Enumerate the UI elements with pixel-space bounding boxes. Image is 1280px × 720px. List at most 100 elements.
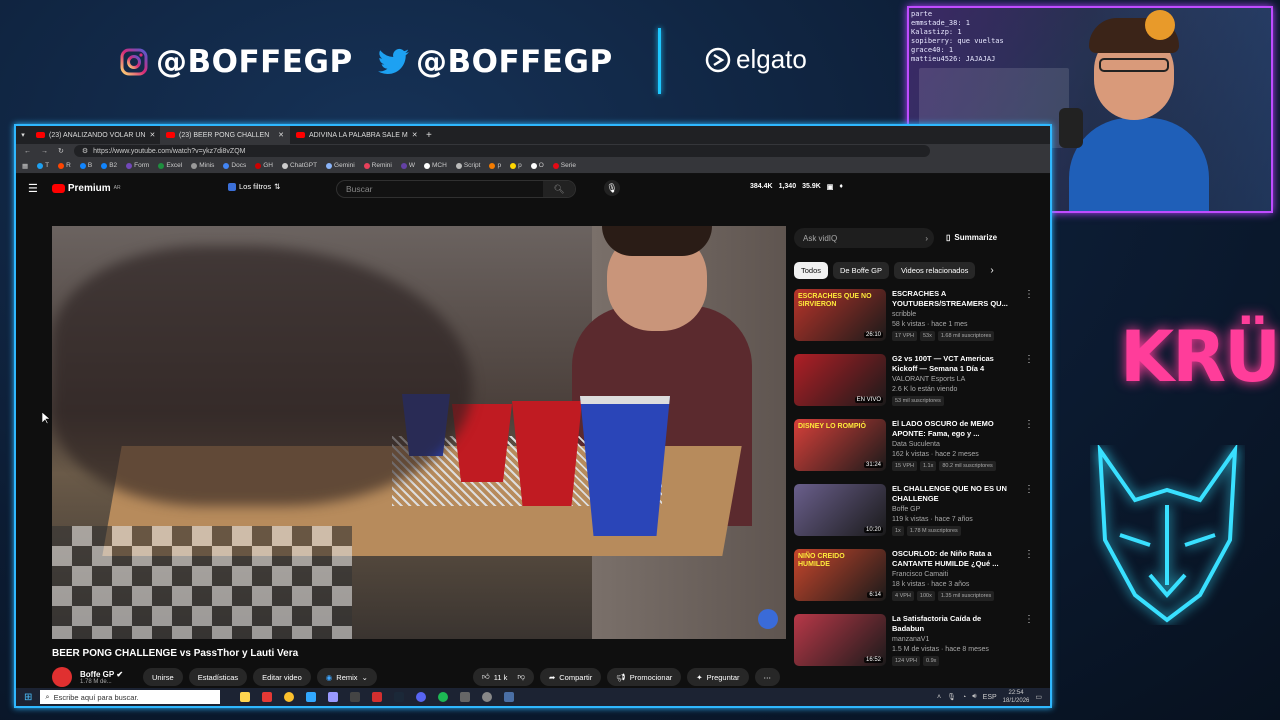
bookmark-item[interactable]: B [79, 162, 92, 169]
bookmark-item[interactable]: Gemini [326, 162, 355, 169]
app-icon[interactable] [504, 692, 515, 702]
search-button[interactable]: 🔍︎ [543, 181, 575, 197]
share-button[interactable]: ➦ Compartir [539, 668, 602, 686]
recommendation-title[interactable]: OSCURLOD: de Niño Rata a CANTANTE HUMILD… [892, 549, 1010, 569]
youtube-logo[interactable]: Premium AR [51, 183, 121, 194]
tab-list-icon[interactable]: ▾ [16, 131, 30, 139]
forward-icon[interactable]: → [41, 148, 48, 155]
close-icon[interactable]: ✕ [412, 131, 418, 139]
close-icon[interactable]: ✕ [149, 131, 155, 139]
site-info-icon[interactable]: ⚙ [82, 147, 88, 155]
bookmark-item[interactable]: W [400, 162, 415, 169]
photoshop-icon[interactable] [306, 692, 317, 702]
stats-button[interactable]: Estadísticas [188, 668, 248, 686]
thumbs-down-icon[interactable]: 👎︎ [517, 672, 525, 682]
recommendation-thumbnail[interactable]: 10:20 [794, 484, 886, 536]
remix-button[interactable]: ◉ Remix ⌄ [316, 668, 377, 686]
taskbar-search[interactable]: ⌕ Escribe aquí para buscar. [40, 690, 221, 704]
browser-tab[interactable]: ADIVINA LA PALABRA SALE M ✕ [290, 126, 420, 144]
recommendation-thumbnail[interactable]: EN VIVO [794, 354, 886, 406]
chip-related[interactable]: Videos relacionados [893, 262, 976, 279]
recommendation-card[interactable]: EN VIVO G2 vs 100T — VCT Americas Kickof… [794, 354, 1034, 419]
recommendation-title[interactable]: La Satisfactoria Caída de Badabun [892, 614, 1010, 634]
promote-button[interactable]: 📢︎ Promocionar [607, 668, 682, 686]
filters-button[interactable]: Los filtros ⇅ [228, 182, 280, 191]
more-options-icon[interactable]: ⋮ [1024, 419, 1034, 484]
recommendation-title[interactable]: EL CHALLENGE QUE NO ES UN CHALLENGE [892, 484, 1010, 504]
spotify-icon[interactable] [438, 692, 449, 702]
join-button[interactable]: Unirse [143, 668, 183, 686]
browser-tab[interactable]: (23) ANALIZANDO VOLAR UN ✕ [30, 126, 160, 144]
app-icon[interactable] [460, 692, 471, 702]
app-icon[interactable] [372, 692, 383, 702]
chip-channel[interactable]: De Boffe GP [833, 262, 889, 279]
close-icon[interactable]: ✕ [278, 131, 284, 139]
recommendation-channel[interactable]: manzanaV1 [892, 635, 1010, 645]
ask-button[interactable]: ✦ Preguntar [687, 668, 749, 686]
recommendation-channel[interactable]: VALORANT Esports LA [892, 375, 1010, 385]
channel-avatar[interactable] [52, 667, 72, 687]
wifi-icon[interactable]: ◔ [962, 694, 966, 701]
obs-icon[interactable] [482, 692, 493, 702]
recommendation-channel[interactable]: Boffe GP [892, 505, 1010, 515]
file-explorer-icon[interactable] [240, 692, 251, 702]
clock[interactable]: 22:54 18/1/2026 [1003, 689, 1030, 705]
menu-icon[interactable]: ☰ [28, 182, 38, 195]
bookmark-item[interactable]: Form [126, 162, 149, 169]
recommendation-channel[interactable]: scribble [892, 310, 1010, 320]
bookmark-item[interactable]: Docs [223, 162, 246, 169]
url-field[interactable]: ⚙ https://www.youtube.com/watch?v=ykz7di… [73, 145, 930, 157]
bookmark-item[interactable]: p [489, 162, 501, 169]
bookmark-item[interactable]: R [58, 162, 71, 169]
bookmark-item[interactable]: GH [255, 162, 273, 169]
app-icon[interactable] [262, 692, 273, 702]
chevron-right-icon[interactable]: › [990, 265, 993, 276]
more-options-icon[interactable]: ⋮ [1024, 289, 1034, 354]
summarize-button[interactable]: ▯ Summarize [946, 233, 997, 242]
extension-icon[interactable]: ♦ [839, 183, 843, 191]
app-icon[interactable] [350, 692, 361, 702]
notifications-icon[interactable]: ▭ [1035, 693, 1042, 701]
bookmark-item[interactable]: B2 [101, 162, 117, 169]
mic-icon[interactable]: 🎙︎ [604, 180, 620, 196]
apps-icon[interactable]: ▦ [22, 162, 28, 170]
bookmark-item[interactable]: Remini [363, 162, 392, 169]
premiere-icon[interactable] [328, 692, 339, 702]
recommendation-card[interactable]: NIÑO CREIDO HUMILDE 6:14 OSCURLOD: de Ni… [794, 549, 1034, 614]
search-box[interactable]: Buscar 🔍︎ [336, 180, 576, 198]
language-indicator[interactable]: ESP [983, 694, 997, 701]
back-icon[interactable]: ← [24, 148, 31, 155]
bookmark-item[interactable]: ChatGPT [281, 162, 317, 169]
recommendation-card[interactable]: 10:20 EL CHALLENGE QUE NO ES UN CHALLENG… [794, 484, 1034, 549]
more-actions-button[interactable]: ⋯ [754, 668, 780, 686]
like-button[interactable]: 👍︎ 11 k 👎︎ [472, 668, 534, 686]
more-options-icon[interactable]: ⋮ [1024, 354, 1034, 419]
more-options-icon[interactable]: ⋮ [1024, 484, 1034, 549]
edit-video-button[interactable]: Editar video [253, 668, 311, 686]
recommendation-thumbnail[interactable]: NIÑO CREIDO HUMILDE 6:14 [794, 549, 886, 601]
recommendation-title[interactable]: G2 vs 100T — VCT Americas Kickoff — Sema… [892, 354, 1010, 374]
bookmark-item[interactable]: Script [455, 162, 480, 169]
chip-all[interactable]: Todos [794, 262, 829, 279]
bookmark-item[interactable]: Minis [191, 162, 214, 169]
recommendation-channel[interactable]: Francisco Camaiti [892, 570, 1010, 580]
steam-icon[interactable] [394, 692, 405, 702]
bookmark-item[interactable]: MCH [424, 162, 447, 169]
recommendation-thumbnail[interactable]: ESCRACHES QUE NO SIRVIERON 26:10 [794, 289, 886, 341]
browser-tab-active[interactable]: (23) BEER PONG CHALLEN ✕ [160, 126, 290, 144]
more-options-icon[interactable]: ⋮ [1024, 614, 1034, 679]
bookmark-item[interactable]: T [37, 162, 49, 169]
recommendation-thumbnail[interactable]: DISNEY LO ROMPIÓ 31:24 [794, 419, 886, 471]
more-options-icon[interactable]: ⋮ [1024, 549, 1034, 614]
reload-icon[interactable]: ↻ [58, 147, 64, 155]
channel-watermark-icon[interactable] [758, 609, 778, 629]
tray-chevron-icon[interactable]: ˄ [937, 694, 941, 701]
recommendation-title[interactable]: El LADO OSCURO de MEMO APONTE: Fama, ego… [892, 419, 1010, 439]
extension-icon[interactable]: ▣ [827, 183, 834, 191]
ask-vidiq-input[interactable]: Ask vidIQ › [794, 228, 934, 248]
bookmark-item[interactable]: Excel [158, 162, 182, 169]
recommendation-card[interactable]: ESCRACHES QUE NO SIRVIERON 26:10 ESCRACH… [794, 289, 1034, 354]
recommendation-channel[interactable]: Data Suculenta [892, 440, 1010, 450]
windows-start-icon[interactable]: ⊞ [24, 692, 32, 703]
channel-name[interactable]: Boffe GP ✔ [80, 670, 123, 679]
